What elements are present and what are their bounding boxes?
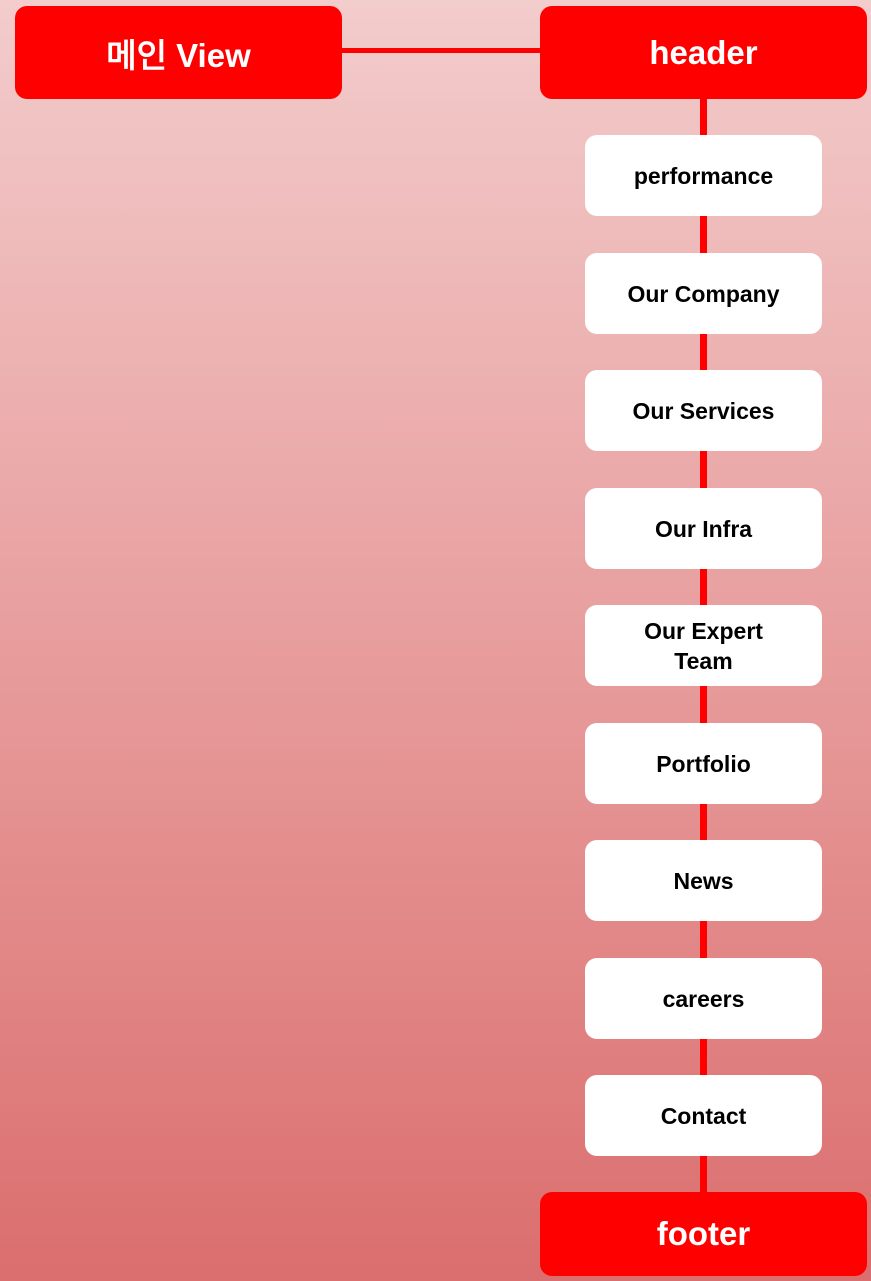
main-view-node: 메인 View [15,6,342,99]
section-node-news: News [585,840,822,921]
section-label: Our Company [627,280,780,307]
section-label: Contact [660,1102,747,1129]
section-node-our-services: Our Services [585,370,822,451]
section-label: Portfolio [656,750,751,777]
section-node-contact: Contact [585,1075,822,1156]
main-view-label: 메인 View [106,36,251,74]
header-label: header [649,33,758,71]
section-label: performance [633,162,774,189]
section-node-our-infra: Our Infra [585,488,822,569]
section-label: Our Expert Team [644,617,763,674]
section-label: careers [662,985,745,1012]
header-node: header [540,6,867,99]
section-node-our-expert-team: Our Expert Team [585,605,822,686]
section-label: Our Services [632,397,775,424]
section-node-careers: careers [585,958,822,1039]
main-to-header-connector [340,48,542,53]
section-label: Our Infra [654,515,753,542]
section-node-our-company: Our Company [585,253,822,334]
section-node-portfolio: Portfolio [585,723,822,804]
footer-node: footer [540,1192,867,1276]
section-node-performance: performance [585,135,822,216]
section-label: News [673,867,734,894]
footer-label: footer [656,1215,751,1252]
